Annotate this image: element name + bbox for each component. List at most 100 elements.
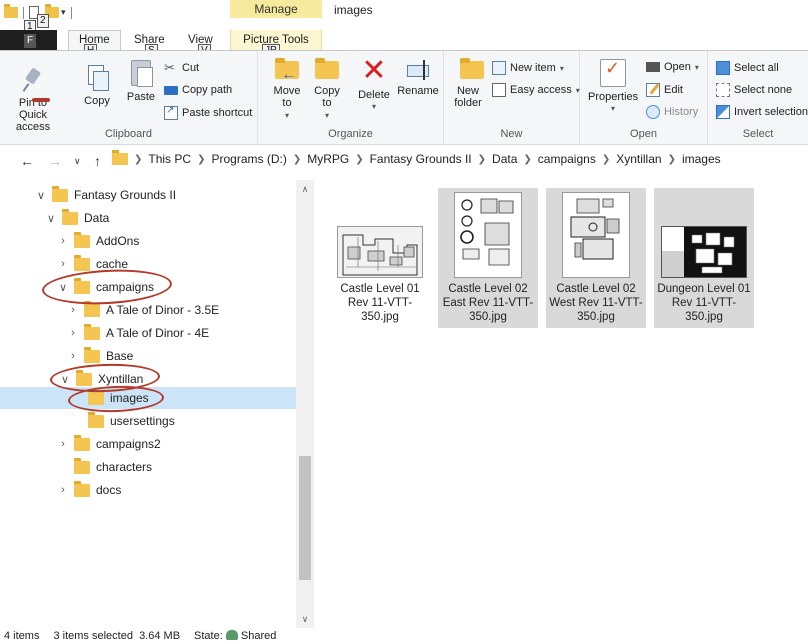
scroll-thumb[interactable] (299, 456, 311, 580)
scroll-up-icon[interactable]: ∧ (296, 184, 314, 195)
crumb-images[interactable]: images (682, 152, 721, 166)
copy-to-icon (313, 57, 341, 81)
chevron-right-icon[interactable]: › (66, 350, 80, 362)
up-arrow-icon[interactable]: ↑ (94, 153, 101, 169)
chevron-right-icon[interactable]: › (56, 258, 70, 270)
map-thumbnail-image (562, 192, 630, 278)
history-icon (646, 105, 660, 119)
edit-icon (646, 83, 660, 97)
file-tile-selected[interactable]: Castle Level 02 East Rev 11-VTT-350.jpg (438, 188, 538, 328)
copy-to-button[interactable]: Copy to ▾ (310, 57, 344, 122)
folder-icon (84, 346, 100, 363)
folder-icon (74, 480, 90, 497)
chevron-down-icon[interactable]: ∨ (44, 212, 58, 225)
nav-scrollbar[interactable]: ∧ ∨ (296, 180, 314, 628)
tree-item-campaigns2[interactable]: › campaigns2 (56, 433, 161, 455)
cut-button[interactable]: ✂ Cut (164, 61, 199, 75)
shared-users-icon (225, 630, 238, 640)
tree-item-fantasy-grounds[interactable]: ∨ Fantasy Grounds II (34, 184, 176, 206)
chevron-right-icon[interactable]: › (66, 327, 80, 339)
paste-shortcut-button[interactable]: Paste shortcut (164, 105, 252, 120)
folder-icon (74, 434, 90, 451)
file-name: Castle Level 01 Rev 11-VTT-350.jpg (340, 283, 420, 323)
tree-item-dinor-4e[interactable]: › A Tale of Dinor - 4E (66, 322, 209, 344)
folder-icon (74, 254, 90, 271)
file-name: Castle Level 02 East Rev 11-VTT-350.jpg (442, 283, 534, 323)
chevron-right-icon[interactable]: › (56, 438, 70, 450)
keytip-file: F (24, 34, 37, 48)
crumb-myrpg[interactable]: MyRPG (307, 152, 349, 166)
new-folder-button[interactable]: New folder (450, 57, 486, 109)
select-all-button[interactable]: Select all (716, 61, 779, 75)
select-group: Select all Select none Invert selection … (708, 51, 808, 144)
tree-item-addons[interactable]: › AddOns (56, 230, 139, 252)
history-button[interactable]: History (646, 105, 698, 119)
tree-item-docs[interactable]: › docs (56, 479, 121, 501)
copy-button[interactable]: Copy (80, 57, 114, 107)
folder-icon (74, 231, 90, 248)
organize-group-label: Organize (328, 128, 373, 140)
file-tile-selected[interactable]: Castle Level 02 West Rev 11-VTT-350.jpg (546, 188, 646, 328)
tree-item-data[interactable]: ∨ Data (44, 207, 109, 229)
annotation-mark (32, 98, 50, 102)
crumb-programs[interactable]: Programs (D:) (211, 152, 286, 166)
crumb-campaigns[interactable]: campaigns (538, 152, 596, 166)
tree-item-usersettings[interactable]: usersettings (84, 410, 175, 432)
paste-icon (129, 57, 153, 87)
title-bar: ▾ 1 2 Manage images (0, 0, 808, 34)
clipboard-group-label: Clipboard (104, 128, 153, 140)
folder-icon (62, 208, 78, 225)
chevron-down-icon[interactable]: ∨ (34, 189, 48, 202)
status-bar: 4 items 3 items selected 3.64 MB State: … (0, 628, 808, 644)
chevron-right-icon[interactable]: › (56, 484, 70, 496)
clipboard-group: Pin to Quick access Copy Paste ✂ Cut Cop… (0, 51, 258, 144)
manage-tab[interactable]: Manage (230, 0, 322, 18)
properties-button[interactable]: Properties ▾ (588, 59, 638, 115)
new-item-button[interactable]: New item ▾ (492, 61, 564, 75)
move-to-button[interactable]: ← Move to ▾ (270, 57, 304, 122)
open-group: Properties ▾ Open ▾ Edit History Open (580, 51, 708, 144)
customize-qat-icon[interactable]: ▾ (61, 7, 66, 18)
chevron-right-icon[interactable]: › (56, 235, 70, 247)
open-group-label: Open (630, 128, 657, 140)
address-bar: ← → ∨ ↑ ❯ This PC ❯ Programs (D:) ❯ MyRP… (0, 145, 808, 177)
open-button[interactable]: Open ▾ (646, 61, 699, 73)
tree-item-characters[interactable]: characters (70, 456, 152, 478)
navigation-pane: ∨ Fantasy Grounds II ∨ Data › AddOns › cache… (0, 180, 314, 628)
easy-access-button[interactable]: Easy access ▾ (492, 83, 580, 97)
folder-icon[interactable] (4, 4, 18, 18)
folder-icon (84, 300, 100, 317)
invert-selection-button[interactable]: Invert selection (716, 105, 808, 119)
copy-path-button[interactable]: Copy path (164, 84, 232, 96)
scissors-icon: ✂ (164, 60, 175, 75)
folder-icon (84, 323, 100, 340)
select-group-label: Select (742, 128, 774, 140)
scroll-down-icon[interactable]: ∨ (296, 614, 314, 625)
file-name: Dungeon Level 01 Rev 11-VTT-350.jpg (657, 283, 751, 323)
file-tile[interactable]: Castle Level 01 Rev 11-VTT-350.jpg (330, 188, 430, 328)
crumb-data[interactable]: Data (492, 152, 517, 166)
window-title: images (334, 3, 373, 17)
rename-button[interactable]: Rename (396, 57, 440, 97)
delete-button[interactable]: ✕ Delete ▾ (354, 56, 394, 113)
file-tile-selected[interactable]: Dungeon Level 01 Rev 11-VTT-350.jpg (654, 188, 754, 328)
chevron-right-icon[interactable]: › (66, 304, 80, 316)
select-none-button[interactable]: Select none (716, 83, 792, 97)
breadcrumb[interactable]: ❯ This PC ❯ Programs (D:) ❯ MyRPG ❯ Fant… (112, 150, 721, 166)
crumb-xyntillan[interactable]: Xyntillan (616, 152, 661, 166)
organize-group: ← Move to ▾ Copy to ▾ ✕ Delete ▾ Rename … (258, 51, 444, 144)
forward-arrow-icon[interactable]: → (48, 153, 62, 169)
recent-locations-icon[interactable]: ∨ (74, 156, 81, 167)
ribbon: Pin to Quick access Copy Paste ✂ Cut Cop… (0, 50, 808, 145)
item-count: 4 items (4, 630, 40, 642)
new-folder-icon (458, 57, 484, 81)
paste-button[interactable]: Paste (124, 57, 158, 103)
edit-button[interactable]: Edit (646, 83, 683, 97)
open-icon (646, 62, 660, 72)
crumb-fantasy-grounds[interactable]: Fantasy Grounds II (370, 152, 472, 166)
crumb-this-pc[interactable]: This PC (148, 152, 191, 166)
map-thumbnail-image (661, 226, 747, 278)
back-arrow-icon[interactable]: ← (20, 153, 34, 169)
folder-icon (112, 150, 128, 165)
folder-icon (74, 457, 90, 474)
